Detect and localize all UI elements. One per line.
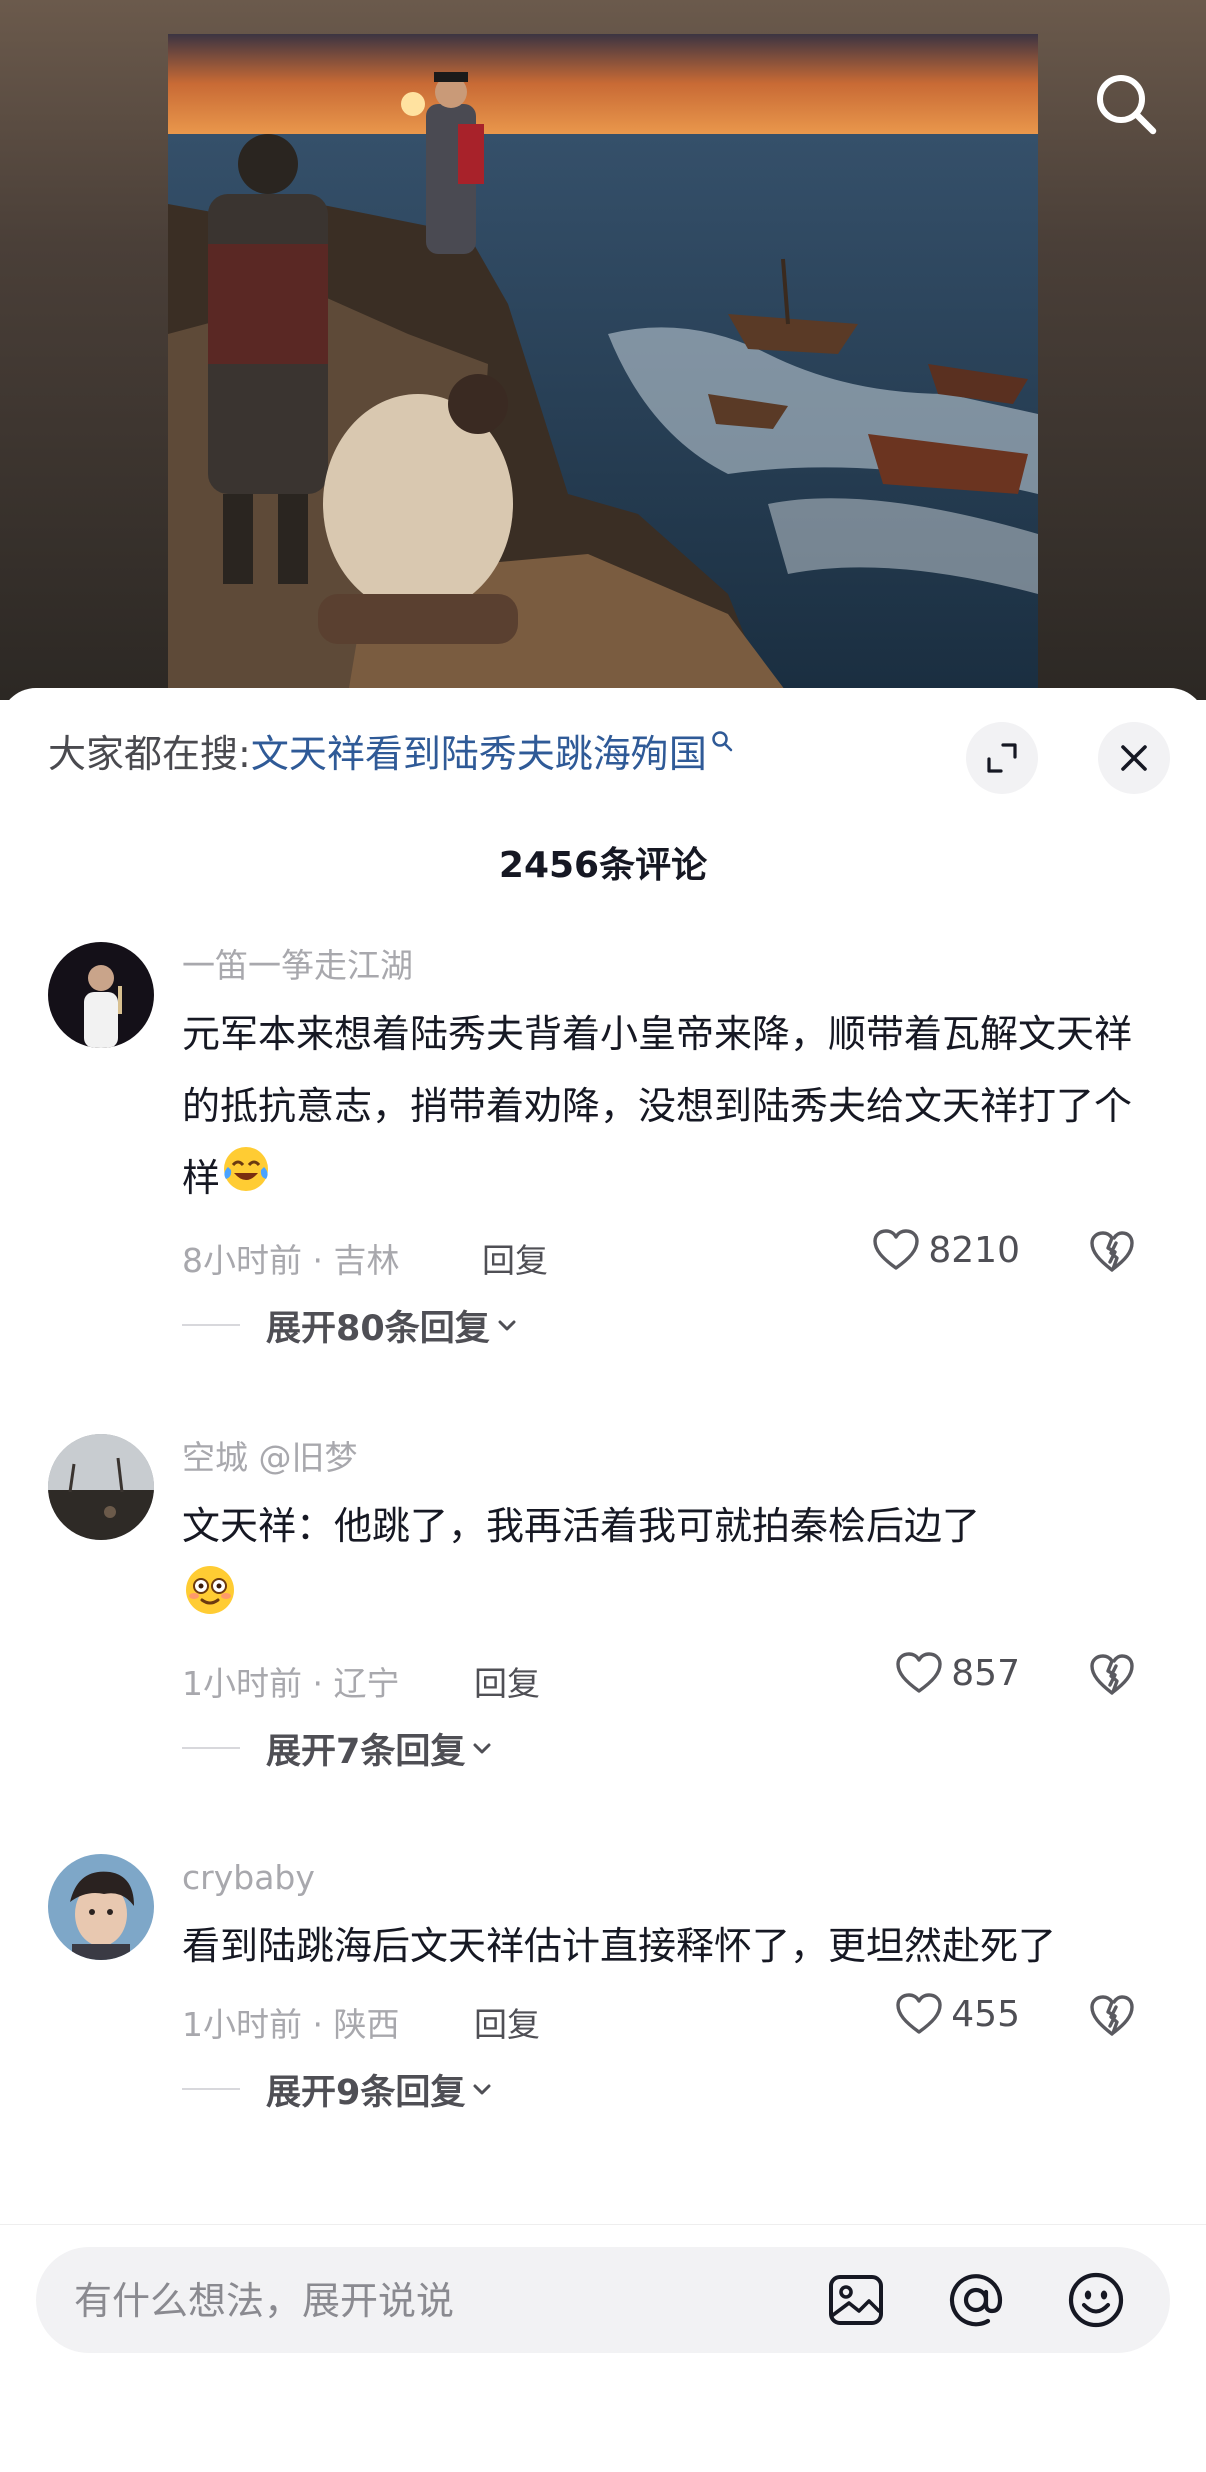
expand-replies-label: 展开9条回复 — [266, 2072, 466, 2113]
comment-sheet: 大家都在搜: 文天祥看到陆秀夫跳海殉国 2456条评论 一笛一筝走江湖 元军本来… — [0, 688, 1206, 2471]
reply-button[interactable]: 回复 — [474, 1998, 540, 2046]
heart-icon — [896, 1652, 942, 1693]
video-image — [168, 34, 1038, 694]
avatar[interactable] — [48, 1854, 154, 1960]
heart-icon — [896, 1993, 942, 2034]
comment-time-location: 1小时前 · 陕西 — [182, 2005, 400, 2044]
video-thumbnail[interactable] — [168, 34, 1038, 694]
at-icon — [949, 2274, 1003, 2327]
video-area[interactable] — [0, 0, 1206, 700]
reply-button[interactable]: 回复 — [474, 1657, 540, 1705]
like-button[interactable]: 857 — [895, 1651, 1020, 1695]
expand-replies-button[interactable]: 展开7条回复 — [182, 1713, 1162, 1783]
reply-button[interactable]: 回复 — [482, 1234, 548, 1282]
image-button[interactable] — [826, 2270, 886, 2330]
broken-heart-icon — [1090, 1995, 1134, 2036]
comment-time-location: 8小时前 · 吉林 — [182, 1241, 400, 1280]
fullscreen-comments-button[interactable] — [966, 722, 1038, 794]
comment-text: 文天祥：他跳了，我再活着我可就拍秦桧后边了 — [182, 1490, 1162, 1641]
mention-button[interactable] — [946, 2270, 1006, 2330]
username[interactable]: 一笛一筝走江湖 — [182, 942, 1162, 990]
comment-meta: 8小时前 · 吉林 回复 8210 — [182, 1218, 1162, 1290]
dislike-button[interactable] — [1086, 1990, 1138, 2042]
chevron-down-icon — [473, 2084, 491, 2095]
hot-search-prefix: 大家都在搜: — [48, 731, 251, 776]
comment-time-location: 1小时前 · 辽宁 — [182, 1664, 400, 1703]
comment-input-bar — [0, 2224, 1206, 2472]
like-button[interactable]: 455 — [895, 1992, 1020, 2036]
username[interactable]: crybaby — [182, 1854, 1162, 1902]
laughing-crying-emoji — [220, 1143, 272, 1218]
broken-heart-icon — [1090, 1654, 1134, 1695]
dislike-button[interactable] — [1086, 1649, 1138, 1701]
comment-meta: 1小时前 · 辽宁 回复 857 — [182, 1641, 1162, 1713]
expand-replies-button[interactable]: 展开80条回复 — [182, 1290, 1162, 1360]
divider — [182, 1747, 240, 1749]
comment-input[interactable] — [72, 2247, 816, 2355]
broken-heart-icon — [1090, 1231, 1134, 1272]
hot-search-bar[interactable]: 大家都在搜: 文天祥看到陆秀夫跳海殉国 — [48, 722, 733, 778]
comment-text: 看到陆跳海后文天祥估计直接释怀了，更坦然赴死了 — [182, 1910, 1162, 1982]
dazed-face-emoji — [182, 1562, 238, 1641]
emoji-button[interactable] — [1066, 2270, 1126, 2330]
chevron-down-icon — [473, 1743, 491, 1754]
comment-body: 元军本来想着陆秀夫背着小皇帝来降，顺带着瓦解文天祥的抵抗意志，捎带着劝降，没想到… — [182, 1012, 1133, 1200]
heart-icon — [873, 1229, 920, 1270]
avatar[interactable] — [48, 1434, 154, 1540]
emoji-icon — [1068, 2272, 1124, 2328]
chevron-down-icon — [498, 1320, 516, 1331]
close-icon — [1121, 745, 1147, 771]
expand-replies-label: 展开80条回复 — [266, 1308, 490, 1349]
search-icon — [1097, 75, 1157, 135]
comment-count: 2456条评论 — [498, 845, 708, 886]
like-button[interactable]: 8210 — [872, 1228, 1020, 1272]
search-button[interactable] — [1086, 64, 1166, 144]
like-count: 8210 — [928, 1229, 1020, 1271]
like-count: 857 — [951, 1652, 1020, 1694]
comment-text: 元军本来想着陆秀夫背着小皇帝来降，顺带着瓦解文天祥的抵抗意志，捎带着劝降，没想到… — [182, 998, 1162, 1218]
avatar[interactable] — [48, 942, 154, 1048]
username[interactable]: 空城 @旧梦 — [182, 1434, 1162, 1482]
image-icon — [829, 2275, 883, 2325]
divider — [182, 2088, 240, 2090]
comment-body: 文天祥：他跳了，我再活着我可就拍秦桧后边了 — [182, 1504, 981, 1548]
expand-icon — [987, 743, 1017, 773]
dislike-button[interactable] — [1086, 1226, 1138, 1278]
like-count: 455 — [951, 1993, 1020, 2035]
comment-meta: 1小时前 · 陕西 回复 455 — [182, 1982, 1162, 2054]
comment-body: 看到陆跳海后文天祥估计直接释怀了，更坦然赴死了 — [182, 1924, 1057, 1968]
comment-input-container[interactable] — [36, 2247, 1170, 2355]
hot-search-query-link[interactable]: 文天祥看到陆秀夫跳海殉国 — [251, 723, 707, 778]
expand-replies-button[interactable]: 展开9条回复 — [182, 2054, 1162, 2124]
close-comments-button[interactable] — [1098, 722, 1170, 794]
expand-replies-label: 展开7条回复 — [266, 1731, 466, 1772]
divider — [182, 1324, 240, 1326]
small-search-icon — [712, 731, 733, 752]
